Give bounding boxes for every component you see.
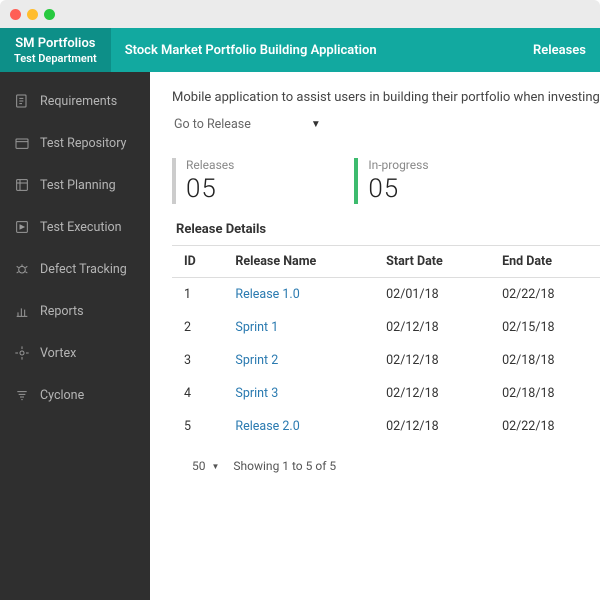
maximize-icon[interactable] bbox=[44, 9, 55, 20]
sidebar-item-label: Vortex bbox=[40, 346, 76, 361]
sidebar-item-label: Test Execution bbox=[40, 220, 122, 235]
sidebar-item-reports[interactable]: Reports bbox=[0, 290, 150, 332]
app-title-cell: Stock Market Portfolio Building Applicat… bbox=[111, 28, 391, 72]
release-table: ID Release Name Start Date End Date 1Rel… bbox=[172, 245, 600, 443]
sidebar-item-test-execution[interactable]: Test Execution bbox=[0, 206, 150, 248]
cell-end-date: 02/22/18 bbox=[490, 410, 600, 443]
brand-subtitle: Test Department bbox=[14, 52, 97, 65]
chevron-down-icon: ▼ bbox=[212, 462, 220, 471]
stat-label: In-progress bbox=[368, 158, 428, 172]
sidebar: Requirements Test Repository Test Planni… bbox=[0, 72, 150, 600]
table-row: 3Sprint 202/12/1802/18/18 bbox=[172, 344, 600, 377]
cell-start-date: 02/12/18 bbox=[374, 311, 490, 344]
table-row: 2Sprint 102/12/1802/15/18 bbox=[172, 311, 600, 344]
main-content: Mobile application to assist users in bu… bbox=[150, 72, 600, 600]
bug-icon bbox=[14, 261, 30, 277]
page-size-select[interactable]: 50 ▼ bbox=[192, 459, 219, 473]
nav-releases[interactable]: Releases bbox=[519, 28, 600, 72]
stats-row: Releases 05 In-progress 05 bbox=[172, 158, 600, 204]
cell-start-date: 02/12/18 bbox=[374, 377, 490, 410]
col-id[interactable]: ID bbox=[172, 246, 223, 278]
chevron-down-icon: ▼ bbox=[311, 119, 321, 130]
cell-release-name[interactable]: Release 1.0 bbox=[223, 278, 374, 312]
cell-end-date: 02/22/18 bbox=[490, 278, 600, 312]
window-chrome bbox=[0, 0, 600, 28]
col-start[interactable]: Start Date bbox=[374, 246, 490, 278]
stat-label: Releases bbox=[186, 158, 234, 172]
app-header: SM Portfolios Test Department Stock Mark… bbox=[0, 28, 600, 72]
cell-end-date: 02/15/18 bbox=[490, 311, 600, 344]
cell-id: 2 bbox=[172, 311, 223, 344]
sidebar-item-requirements[interactable]: Requirements bbox=[0, 80, 150, 122]
col-name[interactable]: Release Name bbox=[223, 246, 374, 278]
sidebar-item-label: Defect Tracking bbox=[40, 262, 127, 277]
brand-title: SM Portfolios bbox=[15, 36, 95, 51]
cell-release-name[interactable]: Sprint 3 bbox=[223, 377, 374, 410]
chart-icon bbox=[14, 303, 30, 319]
release-select[interactable]: Go to Release ▼ bbox=[172, 113, 323, 136]
cell-end-date: 02/18/18 bbox=[490, 344, 600, 377]
cell-release-name[interactable]: Sprint 2 bbox=[223, 344, 374, 377]
sidebar-item-label: Cyclone bbox=[40, 388, 84, 403]
stat-value: 05 bbox=[368, 174, 428, 204]
minimize-icon[interactable] bbox=[27, 9, 38, 20]
cell-id: 3 bbox=[172, 344, 223, 377]
cell-id: 1 bbox=[172, 278, 223, 312]
vortex-icon bbox=[14, 345, 30, 361]
brand-cell[interactable]: SM Portfolios Test Department bbox=[0, 28, 111, 72]
app-title: Stock Market Portfolio Building Applicat… bbox=[125, 43, 377, 58]
pager-summary: Showing 1 to 5 of 5 bbox=[233, 459, 336, 473]
requirements-icon bbox=[14, 93, 30, 109]
cell-end-date: 02/18/18 bbox=[490, 377, 600, 410]
sidebar-item-label: Reports bbox=[40, 304, 84, 319]
close-icon[interactable] bbox=[10, 9, 21, 20]
cell-start-date: 02/12/18 bbox=[374, 344, 490, 377]
table-row: 1Release 1.002/01/1802/22/18 bbox=[172, 278, 600, 312]
sidebar-item-label: Test Repository bbox=[40, 136, 126, 151]
cell-id: 5 bbox=[172, 410, 223, 443]
cell-start-date: 02/12/18 bbox=[374, 410, 490, 443]
sidebar-item-defect-tracking[interactable]: Defect Tracking bbox=[0, 248, 150, 290]
project-description: Mobile application to assist users in bu… bbox=[172, 90, 600, 105]
section-title: Release Details bbox=[172, 222, 600, 237]
sidebar-item-test-planning[interactable]: Test Planning bbox=[0, 164, 150, 206]
table-header-row: ID Release Name Start Date End Date bbox=[172, 246, 600, 278]
cell-id: 4 bbox=[172, 377, 223, 410]
release-select-label: Go to Release bbox=[174, 117, 251, 132]
stat-value: 05 bbox=[186, 174, 234, 204]
repository-icon bbox=[14, 135, 30, 151]
pagination: 50 ▼ Showing 1 to 5 of 5 bbox=[172, 459, 600, 473]
sidebar-item-label: Requirements bbox=[40, 94, 117, 109]
sidebar-item-test-repository[interactable]: Test Repository bbox=[0, 122, 150, 164]
page-size-value: 50 bbox=[192, 459, 206, 473]
cell-release-name[interactable]: Sprint 1 bbox=[223, 311, 374, 344]
cyclone-icon bbox=[14, 387, 30, 403]
execution-icon bbox=[14, 219, 30, 235]
sidebar-item-cyclone[interactable]: Cyclone bbox=[0, 374, 150, 416]
col-end[interactable]: End Date bbox=[490, 246, 600, 278]
cell-start-date: 02/01/18 bbox=[374, 278, 490, 312]
table-row: 5Release 2.002/12/1802/22/18 bbox=[172, 410, 600, 443]
planning-icon bbox=[14, 177, 30, 193]
stat-inprogress: In-progress 05 bbox=[354, 158, 428, 204]
cell-release-name[interactable]: Release 2.0 bbox=[223, 410, 374, 443]
sidebar-item-vortex[interactable]: Vortex bbox=[0, 332, 150, 374]
table-row: 4Sprint 302/12/1802/18/18 bbox=[172, 377, 600, 410]
sidebar-item-label: Test Planning bbox=[40, 178, 116, 193]
stat-releases: Releases 05 bbox=[172, 158, 234, 204]
